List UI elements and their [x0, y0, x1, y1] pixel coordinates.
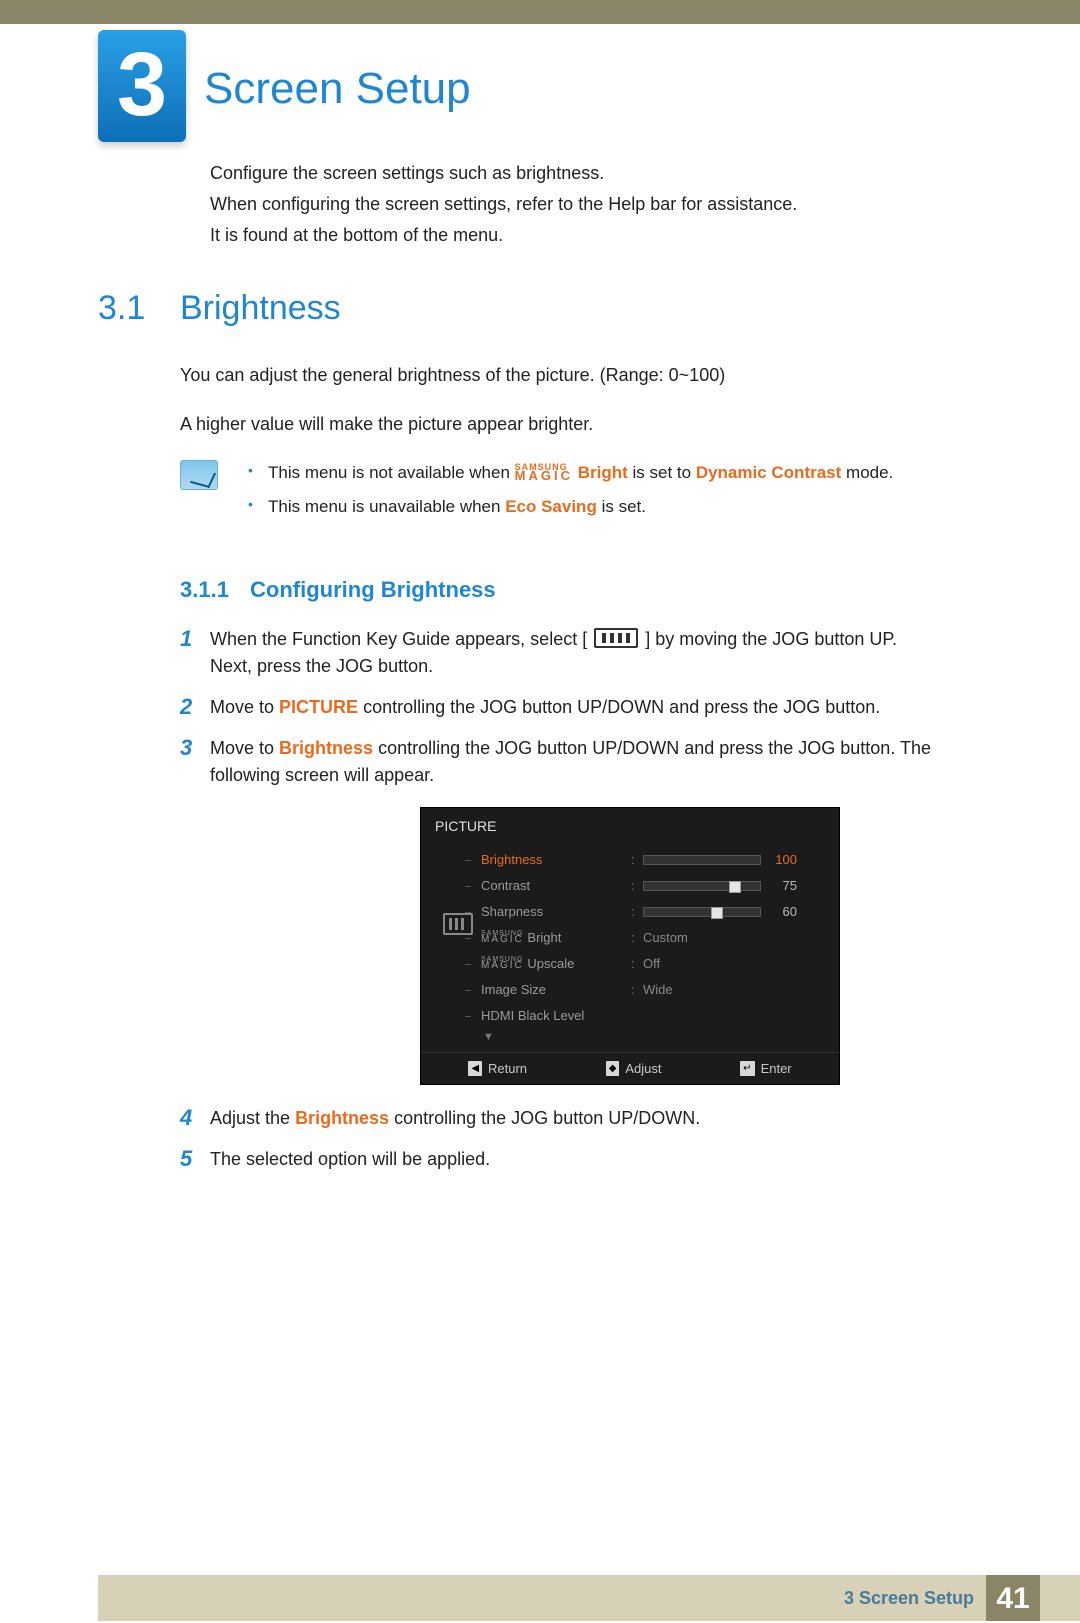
subsection-number: 3.1.1 [180, 573, 250, 606]
steps-list-cont: 4 Adjust the Brightness controlling the … [180, 1105, 940, 1173]
step-1: 1 When the Function Key Guide appears, s… [180, 626, 940, 680]
osd-row-magic-upscale: SAMSUNGMAGIC Upscale : Off [481, 951, 825, 977]
magic-text: MAGIC [515, 471, 573, 481]
osd-magic-logo-1: SAMSUNGMAGIC [481, 931, 524, 945]
step2-pre: Move to [210, 697, 279, 717]
osd-magic-bright-suffix: Bright [527, 930, 561, 945]
note1-bright: Bright [578, 463, 628, 482]
step-num-1: 1 [180, 626, 210, 680]
osd-brightness-label: Brightness [481, 850, 631, 870]
osd-image-size-value: Wide [643, 980, 673, 1000]
step2-picture: PICTURE [279, 697, 358, 717]
footer-accent-right: 3 Screen Setup 41 [218, 1575, 1080, 1621]
body-p1: You can adjust the general brightness of… [180, 362, 940, 389]
step4-post: controlling the JOG button UP/DOWN. [394, 1108, 700, 1128]
osd-category-icon [443, 913, 473, 935]
osd-contrast-label: Contrast [481, 876, 631, 896]
body-p2: A higher value will make the picture app… [180, 411, 940, 438]
osd-category-icon-col [435, 847, 481, 1046]
intro-line1: Configure the screen settings such as br… [210, 160, 950, 187]
note-bullets: This menu is not available when SAMSUNG … [248, 460, 893, 527]
chapter-title: Screen Setup [204, 56, 471, 122]
step-num-5: 5 [180, 1146, 210, 1173]
osd-image-size-label: Image Size [481, 980, 631, 1000]
step-num-2: 2 [180, 694, 210, 721]
osd-row-sharpness: Sharpness : 60 [481, 899, 825, 925]
chapter-number: 3 [117, 18, 167, 153]
note-item-1: This menu is not available when SAMSUNG … [248, 460, 893, 486]
step-5: 5 The selected option will be applied. [180, 1146, 940, 1173]
step3-pre: Move to [210, 738, 279, 758]
note-item-2: This menu is unavailable when Eco Saving… [248, 494, 893, 520]
subsection-heading: 3.1.1 Configuring Brightness [180, 573, 1080, 606]
osd-foot-return: ◀Return [468, 1059, 527, 1079]
step2-post: controlling the JOG button UP/DOWN and p… [363, 697, 880, 717]
osd-contrast-bar [643, 881, 761, 891]
adjust-icon: ◆ [606, 1061, 620, 1076]
menu-icon [594, 628, 638, 648]
osd-brightness-value: 100 [769, 850, 797, 870]
note1-pre: This menu is not available when [268, 463, 515, 482]
osd-row-image-size: Image Size : Wide [481, 977, 825, 1003]
steps-list: 1 When the Function Key Guide appears, s… [180, 626, 940, 789]
section-body: You can adjust the general brightness of… [180, 362, 940, 438]
intro-text: Configure the screen settings such as br… [210, 160, 950, 249]
chapter-badge: 3 [98, 30, 186, 142]
osd-row-brightness: Brightness : 100 [481, 847, 825, 873]
osd-row-magic-bright: SAMSUNGMAGIC Bright : Custom [481, 925, 825, 951]
osd-sharpness-bar [643, 907, 761, 917]
footer-chapter-text: 3 Screen Setup [284, 1585, 986, 1612]
osd-down-arrow: ▼ [481, 1029, 825, 1046]
note-icon [180, 460, 218, 490]
step3-brightness: Brightness [279, 738, 373, 758]
note2-post: is set. [602, 497, 646, 516]
osd-foot-enter: ↵Enter [740, 1059, 791, 1079]
note2-pre: This menu is unavailable when [268, 497, 505, 516]
return-icon: ◀ [468, 1061, 482, 1076]
osd-foot-adjust: ◆Adjust [606, 1059, 662, 1079]
step-3: 3 Move to Brightness controlling the JOG… [180, 735, 940, 789]
osd-brightness-bar [643, 855, 761, 865]
osd-contrast-value: 75 [769, 876, 797, 896]
step1-pre: When the Function Key Guide appears, sel… [210, 629, 582, 649]
step4-brightness: Brightness [295, 1108, 389, 1128]
osd-panel: PICTURE Brightness : 100 Contrast : [420, 807, 840, 1085]
osd-magic-logo-2: SAMSUNGMAGIC [481, 957, 524, 971]
note1-mid: is set to [633, 463, 696, 482]
section-number: 3.1 [98, 283, 180, 334]
subsection-title: Configuring Brightness [250, 573, 496, 606]
samsung-magic-logo: SAMSUNG MAGIC [515, 464, 573, 482]
osd-screenshot: PICTURE Brightness : 100 Contrast : [180, 807, 1080, 1085]
step4-pre: Adjust the [210, 1108, 295, 1128]
osd-magic-upscale-value: Off [643, 954, 660, 974]
page-number: 41 [986, 1575, 1040, 1621]
note1-post: mode. [846, 463, 893, 482]
chapter-header: 3 Screen Setup [0, 30, 1080, 142]
section-title: Brightness [180, 283, 341, 334]
osd-sharpness-label: Sharpness [481, 902, 631, 922]
osd-row-hdmi-black: HDMI Black Level [481, 1003, 825, 1029]
osd-title: PICTURE [421, 808, 839, 845]
intro-line2: When configuring the screen settings, re… [210, 191, 950, 218]
enter-icon: ↵ [740, 1061, 754, 1076]
intro-line3: It is found at the bottom of the menu. [210, 222, 950, 249]
step-num-4: 4 [180, 1105, 210, 1132]
note-block: This menu is not available when SAMSUNG … [180, 460, 940, 527]
osd-footer: ◀Return ◆Adjust ↵Enter [421, 1052, 839, 1085]
step5-text: The selected option will be applied. [210, 1146, 490, 1173]
osd-list: Brightness : 100 Contrast : 75 Sharpness… [481, 847, 825, 1046]
osd-hdmi-black-label: HDMI Black Level [481, 1006, 631, 1026]
osd-magic-upscale-suffix: Upscale [527, 956, 574, 971]
page-footer: 3 Screen Setup 41 [0, 1573, 1080, 1623]
osd-magic-bright-value: Custom [643, 928, 688, 948]
section-heading: 3.1 Brightness [98, 283, 1080, 334]
note1-dc: Dynamic Contrast [696, 463, 841, 482]
step-2: 2 Move to PICTURE controlling the JOG bu… [180, 694, 940, 721]
note2-eco: Eco Saving [505, 497, 597, 516]
step-4: 4 Adjust the Brightness controlling the … [180, 1105, 940, 1132]
osd-sharpness-value: 60 [769, 902, 797, 922]
footer-accent-left [98, 1575, 218, 1621]
step-num-3: 3 [180, 735, 210, 789]
osd-row-contrast: Contrast : 75 [481, 873, 825, 899]
